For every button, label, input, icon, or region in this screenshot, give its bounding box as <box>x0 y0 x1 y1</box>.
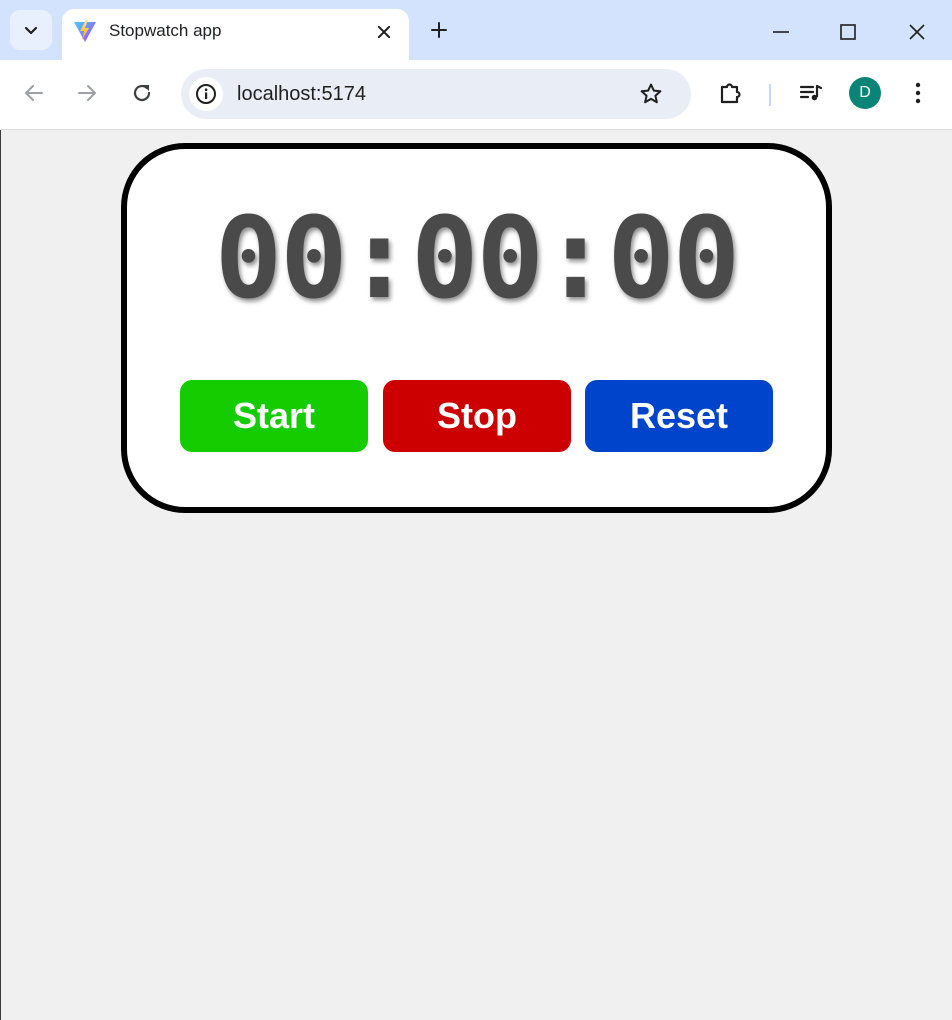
media-playlist-icon <box>799 84 823 101</box>
forward-button[interactable] <box>67 73 107 113</box>
plus-icon <box>431 22 447 38</box>
browser-titlebar: Stopwatch app <box>0 0 952 60</box>
browser-toolbar: localhost:5174 D <box>0 60 952 130</box>
arrow-right-icon <box>78 85 96 101</box>
tab-search-button[interactable] <box>10 10 52 50</box>
reload-icon <box>133 84 151 102</box>
arrow-left-icon <box>25 85 43 101</box>
new-tab-button[interactable] <box>424 15 454 45</box>
reset-button[interactable]: Reset <box>585 380 773 452</box>
profile-button[interactable]: D <box>845 73 885 113</box>
url-text[interactable]: localhost:5174 <box>237 83 366 106</box>
maximize-icon <box>840 24 856 40</box>
browser-tab-active[interactable]: Stopwatch app <box>62 9 409 60</box>
window-minimize-button[interactable] <box>761 12 801 52</box>
kebab-menu-icon <box>915 82 921 104</box>
star-icon <box>640 83 662 104</box>
info-icon <box>196 84 216 104</box>
minimize-icon <box>773 31 789 33</box>
tab-title: Stopwatch app <box>109 21 222 40</box>
site-info-button[interactable] <box>189 77 223 111</box>
bookmark-button[interactable] <box>636 79 666 109</box>
back-button[interactable] <box>14 73 54 113</box>
reload-button[interactable] <box>122 73 162 113</box>
close-icon <box>909 24 925 40</box>
vite-logo-icon <box>74 20 96 42</box>
window-maximize-button[interactable] <box>828 12 868 52</box>
avatar: D <box>849 77 881 109</box>
close-icon <box>378 26 390 38</box>
stopwatch-card: 00:00:00 Start Stop Reset <box>121 143 832 513</box>
start-button[interactable]: Start <box>180 380 368 452</box>
time-display: 00:00:00 <box>214 194 740 324</box>
puzzle-icon <box>720 83 741 104</box>
window-close-button[interactable] <box>897 12 937 52</box>
browser-menu-button[interactable] <box>898 73 938 113</box>
address-bar[interactable]: localhost:5174 <box>181 69 691 119</box>
chevron-down-icon <box>24 26 38 35</box>
media-controls-button[interactable] <box>791 73 831 113</box>
extensions-button[interactable] <box>711 73 751 113</box>
stop-button[interactable]: Stop <box>383 380 571 452</box>
toolbar-separator <box>769 84 771 106</box>
window-edge <box>0 130 1 1020</box>
tab-close-button[interactable] <box>371 19 397 45</box>
